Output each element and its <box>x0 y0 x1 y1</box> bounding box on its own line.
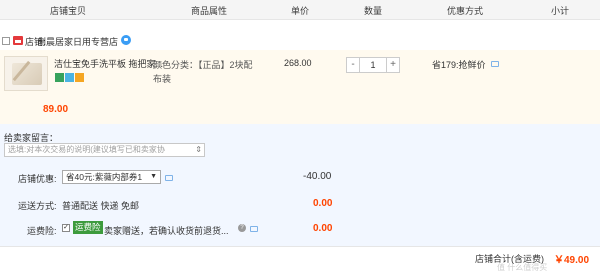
unit-price: 268.00 <box>284 58 312 68</box>
coupon-label: 店铺优惠: <box>18 174 57 184</box>
insurance-tag: 运费险 <box>73 221 103 234</box>
resize-icon: ⇕ <box>195 145 202 154</box>
shipping-amount: 0.00 <box>313 198 333 209</box>
header-col-unit-price: 单价 <box>291 6 310 16</box>
discount-info-icon[interactable] <box>491 61 499 67</box>
store-checkbox[interactable] <box>2 37 10 45</box>
help-icon[interactable]: ? <box>238 224 246 232</box>
insurance-info-icon[interactable] <box>250 226 258 232</box>
badge-7day-icon <box>55 73 64 82</box>
product-color-attr: 颜色分类：【正品】2块配 <box>153 60 253 70</box>
badge-guarantee-icon <box>65 73 74 82</box>
coupon-info-icon[interactable] <box>165 175 173 181</box>
badge-invoice-icon <box>75 73 84 82</box>
insurance-amount: 0.00 <box>313 223 333 234</box>
chevron-down-icon: ▼ <box>150 173 157 180</box>
divider <box>0 246 600 247</box>
header-col-discount: 优惠方式 <box>447 6 484 16</box>
item-discount-label: 省179:抢鲜价 <box>432 60 486 70</box>
message-placeholder: 选填:对本次交易的说明(建议填写已和卖家协 <box>8 145 165 154</box>
coupon-select[interactable]: 省40元:紫薇内部券1 ▼ <box>62 170 161 184</box>
cart-header: 店铺宝贝 商品属性 单价 数量 优惠方式 小计 <box>0 0 600 20</box>
store-total-amount: ￥49.00 <box>554 255 590 266</box>
shipping-option: 普通配送 快递 免邮 <box>62 201 140 211</box>
watermark-logo: 值 什么值得买 <box>497 263 548 272</box>
store-row: 店铺: 创晨居家日用专营店 <box>0 33 600 49</box>
shipping-label: 运送方式: <box>18 201 57 211</box>
chat-icon[interactable] <box>121 35 131 45</box>
insurance-text: 卖家赠送，若确认收货前退货... <box>104 226 229 236</box>
product-thumbnail[interactable] <box>4 56 48 91</box>
header-col-attributes: 商品属性 <box>191 6 228 16</box>
qty-decrease-button[interactable]: - <box>347 58 360 72</box>
qty-increase-button[interactable]: + <box>386 58 399 72</box>
insurance-checkbox[interactable]: ✓ <box>62 224 70 232</box>
header-col-quantity: 数量 <box>364 6 383 16</box>
insurance-label: 运费险: <box>27 226 57 236</box>
product-color-attr-cont: 布装 <box>153 74 172 84</box>
coupon-selected-value: 省40元:紫薇内部券1 <box>66 172 143 182</box>
product-title-link[interactable]: 洁仕宝免手洗平板 拖把家... <box>54 57 163 70</box>
store-icon <box>13 36 23 45</box>
seller-message-input[interactable]: 选填:对本次交易的说明(建议填写已和卖家协 ⇕ <box>4 143 205 157</box>
header-col-subtotal: 小计 <box>551 6 570 16</box>
store-name-link[interactable]: 创晨居家日用专营店 <box>37 35 118 48</box>
item-subtotal: 89.00 <box>43 104 69 115</box>
header-col-items: 店铺宝贝 <box>50 6 87 16</box>
coupon-amount: -40.00 <box>303 171 332 182</box>
quantity-input[interactable]: 1 <box>361 58 385 72</box>
quantity-stepper: - 1 + <box>346 57 400 73</box>
